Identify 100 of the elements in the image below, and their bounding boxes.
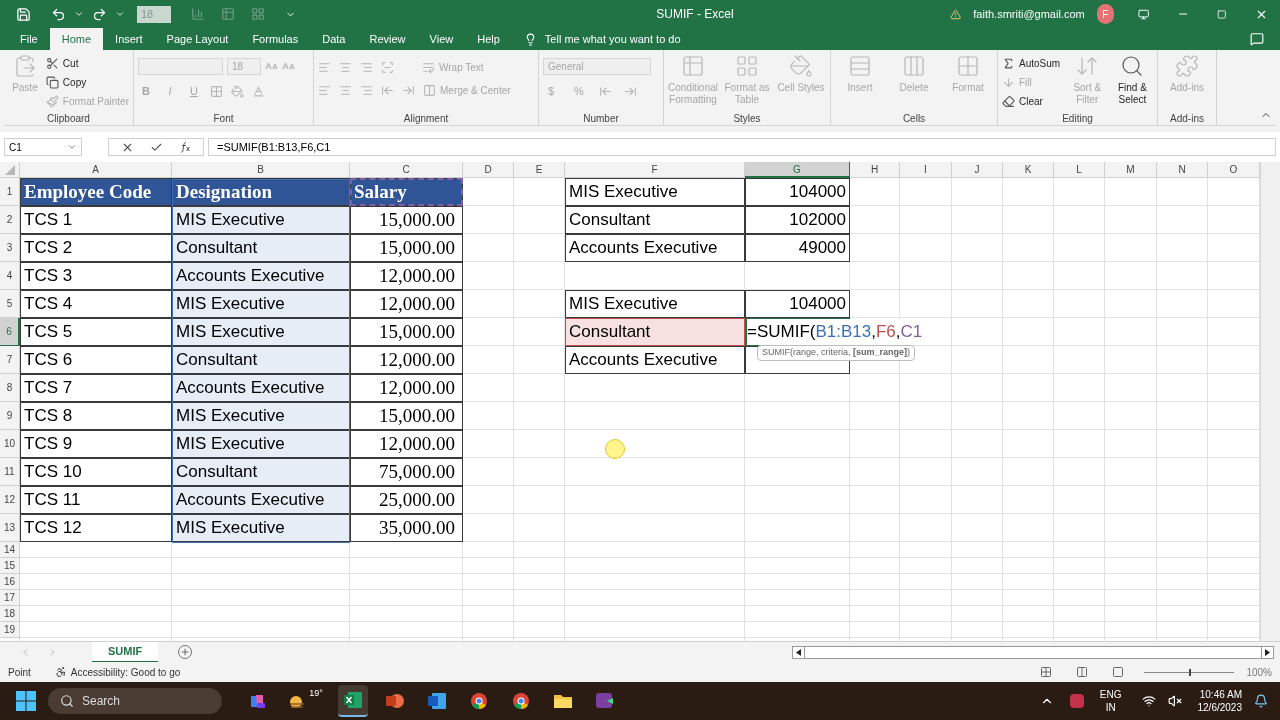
page-break-icon[interactable] xyxy=(1112,666,1125,678)
row-header[interactable]: 7 xyxy=(0,346,20,374)
chart-icon[interactable] xyxy=(191,7,205,21)
scroll-right-icon[interactable] xyxy=(1265,648,1271,656)
row-header[interactable]: 3 xyxy=(0,234,20,262)
tell-me-search[interactable]: Tell me what you want to do xyxy=(544,30,681,48)
cut-button[interactable]: Cut xyxy=(45,54,129,73)
insert-function-icon[interactable] xyxy=(179,141,191,153)
row-header[interactable]: 5 xyxy=(0,290,20,318)
column-header[interactable]: C xyxy=(350,162,463,178)
scroll-left-icon[interactable] xyxy=(796,648,802,656)
zoom-slider-thumb[interactable] xyxy=(1189,668,1192,676)
column-header[interactable]: K xyxy=(1003,162,1054,178)
page-layout-icon[interactable] xyxy=(1076,666,1089,678)
column-header[interactable]: F xyxy=(565,162,745,178)
align-middle-icon[interactable] xyxy=(339,61,352,74)
column-header[interactable]: N xyxy=(1157,162,1208,178)
tray-app-icon[interactable] xyxy=(1069,694,1084,708)
column-header[interactable]: O xyxy=(1208,162,1260,178)
ribbon-tab[interactable]: View xyxy=(417,28,466,50)
wifi-icon[interactable] xyxy=(1141,694,1156,708)
column-header[interactable]: M xyxy=(1105,162,1157,178)
clear-button[interactable]: Clear xyxy=(1002,92,1063,111)
normal-view-icon[interactable] xyxy=(1040,666,1053,678)
language-indicator[interactable]: ENG IN xyxy=(1099,688,1122,714)
borders-icon[interactable] xyxy=(210,84,223,98)
save-icon[interactable] xyxy=(16,6,31,22)
row-header[interactable]: 11 xyxy=(0,458,20,486)
align-bottom-icon[interactable] xyxy=(360,61,373,74)
undo-icon[interactable] xyxy=(51,6,66,22)
name-box[interactable]: C1 xyxy=(4,138,82,156)
align-left-icon[interactable] xyxy=(318,84,331,97)
grid-icon[interactable] xyxy=(251,7,265,21)
row-header[interactable]: 16 xyxy=(0,574,20,590)
column-header[interactable]: H xyxy=(850,162,900,178)
column-header[interactable]: I xyxy=(900,162,952,178)
maximize-icon[interactable] xyxy=(1217,8,1227,20)
row-header[interactable]: 19 xyxy=(0,622,20,638)
font-name-field[interactable] xyxy=(138,58,223,75)
select-all-corner[interactable] xyxy=(0,162,20,178)
speaker-muted-icon[interactable] xyxy=(1167,694,1182,708)
copy-button[interactable]: Copy xyxy=(45,73,129,92)
row-header[interactable]: 4 xyxy=(0,262,20,290)
row-header[interactable]: 1 xyxy=(0,178,20,206)
caret-icon[interactable] xyxy=(74,9,84,19)
ribbon-tab[interactable]: File xyxy=(8,28,50,50)
accessibility-status[interactable]: Accessibility: Good to go xyxy=(70,664,181,680)
fill-color-icon[interactable] xyxy=(231,84,244,98)
ribbon-tab[interactable]: Home xyxy=(49,28,104,50)
row-header[interactable]: 6 xyxy=(0,318,20,346)
ribbon-tab[interactable]: Data xyxy=(310,28,358,50)
row-header[interactable]: 10 xyxy=(0,430,20,458)
increase-indent-icon[interactable] xyxy=(402,84,415,97)
column-header[interactable]: J xyxy=(952,162,1003,178)
row-header[interactable]: 12 xyxy=(0,486,20,514)
ribbon-tab[interactable]: Help xyxy=(465,28,512,50)
formula-field[interactable]: =SUMIF(B1:B13,F6,C1 xyxy=(208,138,1276,156)
column-header[interactable]: L xyxy=(1054,162,1105,178)
align-center-icon[interactable] xyxy=(339,84,352,97)
row-header[interactable]: 18 xyxy=(0,606,20,622)
column-header[interactable]: G xyxy=(745,162,850,178)
row-header[interactable]: 9 xyxy=(0,402,20,430)
vertical-scrollbar[interactable] xyxy=(1260,162,1280,641)
table-icon[interactable] xyxy=(221,7,235,21)
align-right-icon[interactable] xyxy=(360,84,373,97)
account-email[interactable]: faith.smriti@gmail.com xyxy=(973,5,1085,23)
ribbon-tab[interactable]: Page Layout xyxy=(154,28,241,50)
clock[interactable]: 10:46 AM 12/6/2023 xyxy=(1197,688,1242,714)
column-header[interactable]: B xyxy=(172,162,350,178)
taskbar-search-field[interactable]: Search xyxy=(48,688,222,714)
notification-icon[interactable] xyxy=(1254,694,1268,708)
ribbon-tab[interactable]: Insert xyxy=(103,28,155,50)
align-top-icon[interactable] xyxy=(318,61,331,74)
comments-icon[interactable] xyxy=(1250,32,1264,46)
font-color-icon[interactable] xyxy=(252,84,265,98)
row-header[interactable]: 2 xyxy=(0,206,20,234)
excel-app-icon[interactable] xyxy=(338,685,368,717)
column-header[interactable]: D xyxy=(463,162,514,178)
cell-text: Accounts Executive xyxy=(176,377,325,400)
autosum-button[interactable]: AutoSum xyxy=(1002,54,1063,73)
increase-decimal-icon[interactable] xyxy=(599,84,612,98)
decrease-decimal-icon[interactable] xyxy=(624,84,637,98)
ribbon-display-icon[interactable] xyxy=(1138,7,1150,21)
row-header[interactable]: 14 xyxy=(0,542,20,558)
row-header[interactable]: 13 xyxy=(0,514,20,542)
column-header[interactable]: E xyxy=(514,162,565,178)
row-header[interactable]: 8 xyxy=(0,374,20,402)
decrease-indent-icon[interactable] xyxy=(381,84,394,97)
row-header[interactable]: 15 xyxy=(0,558,20,574)
ribbon-tab[interactable]: Review xyxy=(357,28,418,50)
zoom-level[interactable]: 100% xyxy=(1246,664,1272,680)
find-select-button[interactable]: Find & Select xyxy=(1111,54,1153,111)
start-icon[interactable] xyxy=(16,691,36,711)
caret-icon[interactable] xyxy=(115,9,125,19)
ribbon-tab[interactable]: Formulas xyxy=(240,28,311,50)
redo-icon[interactable] xyxy=(92,6,107,22)
row-header[interactable]: 17 xyxy=(0,590,20,606)
column-header[interactable]: A xyxy=(20,162,172,178)
horizontal-scrollbar[interactable] xyxy=(792,645,1275,659)
sheet-tab[interactable]: SUMIF xyxy=(92,641,159,663)
